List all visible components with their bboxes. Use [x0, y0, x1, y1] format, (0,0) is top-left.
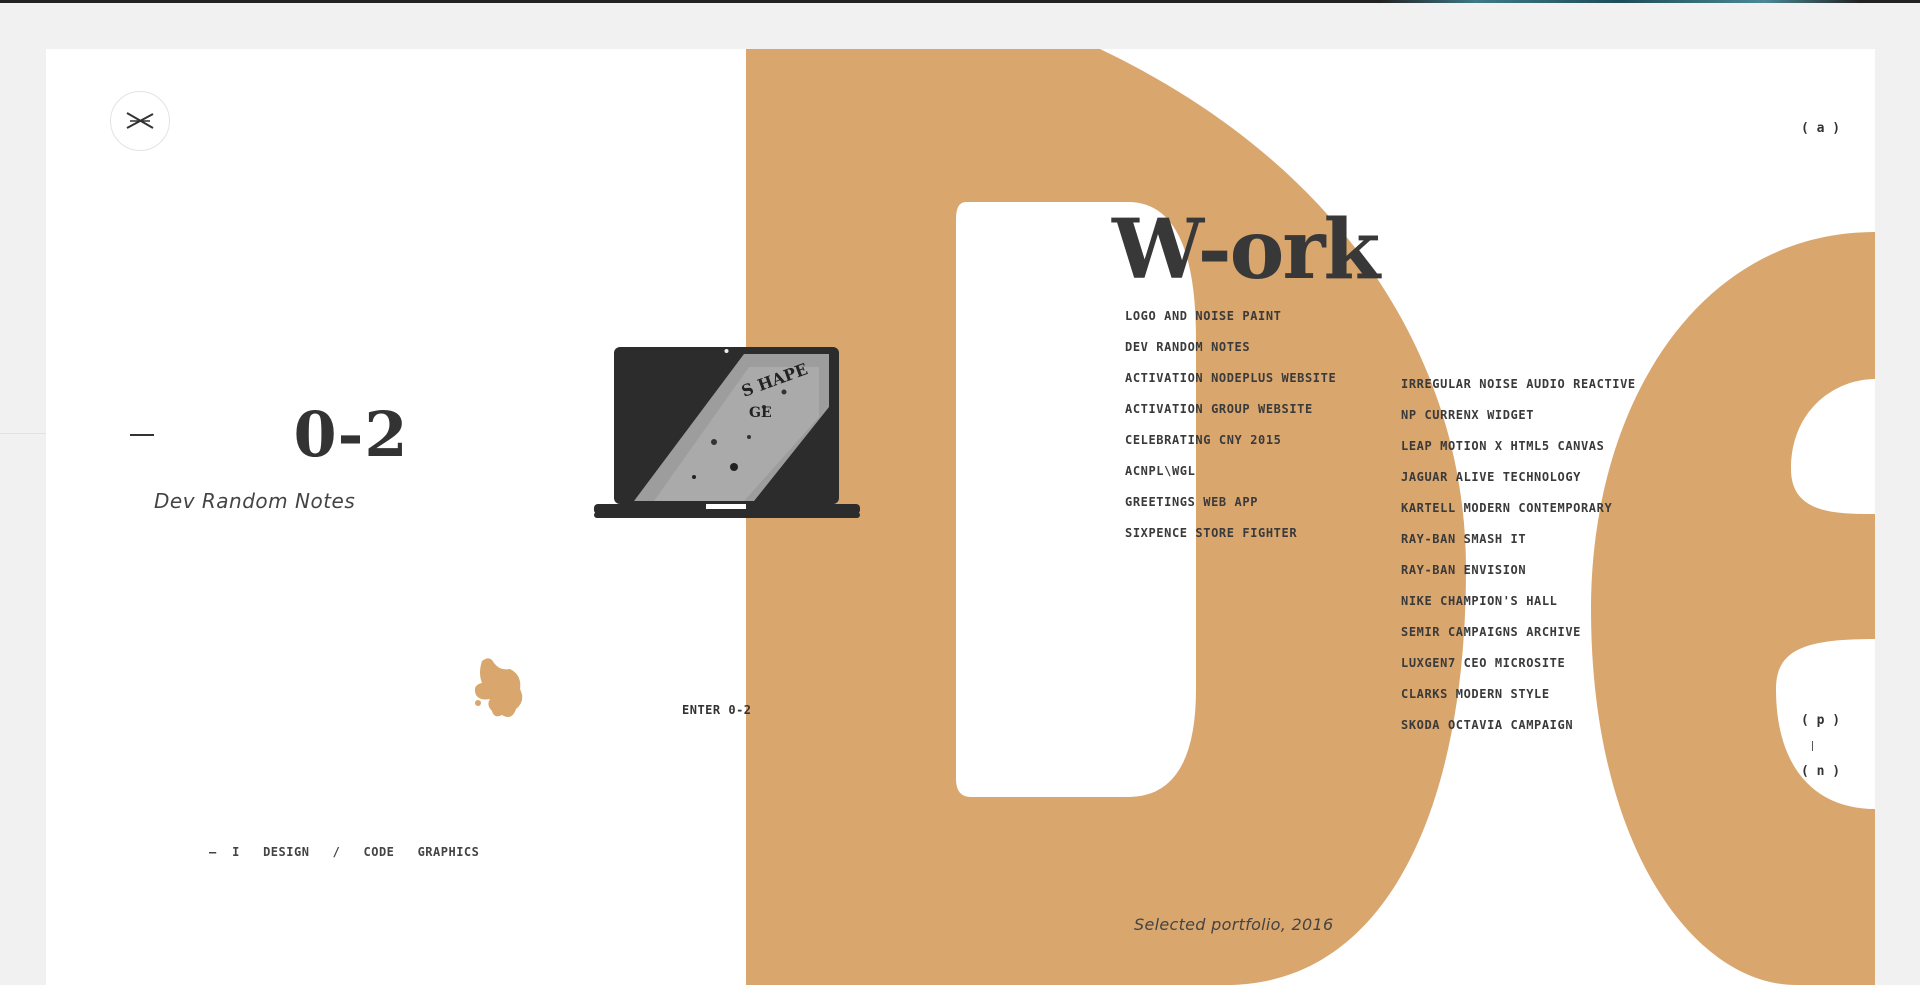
top-bar-decoration: [1380, 0, 1860, 3]
left-divider-line: [0, 433, 46, 434]
work-list-item[interactable]: ACTIVATION NODEPLUS WEBSITE: [1125, 371, 1336, 402]
project-dash: [130, 434, 154, 436]
prev-nav-link[interactable]: ( p ): [1801, 713, 1840, 728]
work-list-column-1: LOGO AND NOISE PAINT DEV RANDOM NOTES AC…: [1125, 309, 1336, 557]
about-nav-link[interactable]: ( a ): [1801, 121, 1840, 136]
work-list-item[interactable]: KARTELL MODERN CONTEMPORARY: [1401, 501, 1636, 532]
work-list-item[interactable]: LOGO AND NOISE PAINT: [1125, 309, 1336, 340]
project-number: 0-2: [293, 398, 409, 471]
work-title: W-ork: [1112, 202, 1380, 298]
work-list-item[interactable]: RAY-BAN SMASH IT: [1401, 532, 1636, 563]
nav-separator: [1812, 741, 1813, 751]
work-list-item[interactable]: NP CURRENX WIDGET: [1401, 408, 1636, 439]
cross-logo-icon: [126, 112, 154, 129]
laptop-preview-image[interactable]: S HAPE GE: [594, 347, 860, 519]
work-list-item[interactable]: LUXGEN7 CEO MICROSITE: [1401, 656, 1636, 687]
work-list-item[interactable]: SKODA OCTAVIA CAMPAIGN: [1401, 718, 1636, 749]
work-list-item[interactable]: NIKE CHAMPION'S HALL: [1401, 594, 1636, 625]
work-list-item[interactable]: CLARKS MODERN STYLE: [1401, 687, 1636, 718]
work-list-item[interactable]: RAY-BAN ENVISION: [1401, 563, 1636, 594]
work-list-item[interactable]: DEV RANDOM NOTES: [1125, 340, 1336, 371]
project-tags: — I DESIGN / CODE GRAPHICS: [209, 845, 480, 859]
paint-splash-decoration: [474, 658, 523, 717]
work-list-item[interactable]: IRREGULAR NOISE AUDIO REACTIVE: [1401, 377, 1636, 408]
main-panel: 0-2 Dev Random Notes S HAPE GE ENTER 0-2…: [46, 49, 1875, 985]
enter-project-link[interactable]: ENTER 0-2: [682, 703, 752, 717]
work-list-item[interactable]: CELEBRATING CNY 2015: [1125, 433, 1336, 464]
work-list-item[interactable]: ACNPL\WGL: [1125, 464, 1336, 495]
work-list-item[interactable]: SIXPENCE STORE FIGHTER: [1125, 526, 1336, 557]
work-list-item[interactable]: SEMIR CAMPAIGNS ARCHIVE: [1401, 625, 1636, 656]
work-list-item[interactable]: GREETINGS WEB APP: [1125, 495, 1336, 526]
next-nav-link[interactable]: ( n ): [1801, 764, 1840, 779]
logo-button[interactable]: [110, 91, 170, 151]
svg-text:GE: GE: [749, 405, 772, 421]
work-list-item[interactable]: LEAP MOTION X HTML5 CANVAS: [1401, 439, 1636, 470]
work-list-column-2: IRREGULAR NOISE AUDIO REACTIVE NP CURREN…: [1401, 377, 1636, 749]
work-list-item[interactable]: ACTIVATION GROUP WEBSITE: [1125, 402, 1336, 433]
portfolio-caption: Selected portfolio, 2016: [1134, 915, 1334, 934]
work-list-item[interactable]: JAGUAR ALIVE TECHNOLOGY: [1401, 470, 1636, 501]
project-name: Dev Random Notes: [154, 489, 356, 513]
